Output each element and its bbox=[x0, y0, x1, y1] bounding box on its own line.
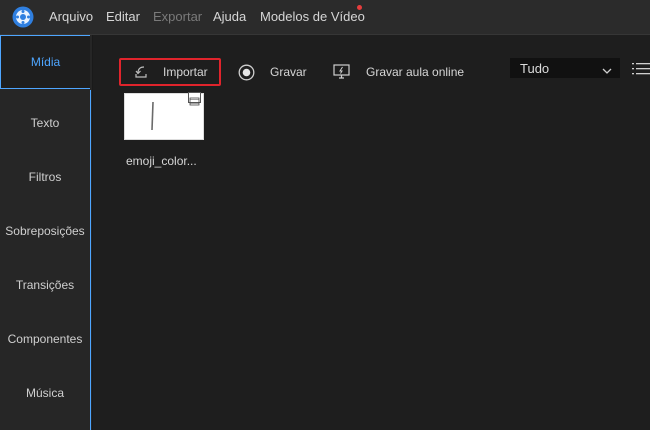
record-online-class-button[interactable]: Gravar aula online bbox=[333, 58, 464, 86]
media-item-name: emoji_color... bbox=[126, 154, 197, 168]
sidebar-item-label: Componentes bbox=[7, 332, 83, 346]
record-icon bbox=[238, 64, 255, 81]
sidebar-item-filtros[interactable]: Filtros bbox=[0, 150, 90, 204]
menu-ajuda[interactable]: Ajuda bbox=[213, 9, 246, 24]
menu-modelos-de-video[interactable]: Modelos de Vídeo bbox=[260, 9, 365, 24]
record-button[interactable]: Gravar bbox=[238, 58, 307, 86]
media-thumbnail[interactable] bbox=[124, 92, 204, 140]
sidebar-item-midia[interactable]: Mídia bbox=[0, 35, 90, 89]
screen-record-icon bbox=[333, 64, 350, 80]
active-tab-border bbox=[90, 90, 91, 430]
record-online-class-label: Gravar aula online bbox=[366, 65, 465, 79]
sidebar-item-label: Música bbox=[25, 386, 64, 400]
sidebar-item-texto[interactable]: Texto bbox=[0, 96, 90, 150]
sidebar-item-label: Transições bbox=[15, 278, 75, 292]
menu-arquivo[interactable]: Arquivo bbox=[49, 9, 93, 24]
menu-bar: Arquivo Editar Exportar Ajuda Modelos de… bbox=[0, 0, 650, 35]
sidebar-item-label: Mídia bbox=[30, 55, 61, 69]
notification-dot bbox=[357, 5, 362, 10]
import-icon bbox=[133, 65, 149, 79]
filter-selected-value: Tudo bbox=[520, 60, 550, 76]
import-label: Importar bbox=[163, 65, 208, 79]
sidebar-item-sobreposicoes[interactable]: Sobreposições bbox=[0, 204, 90, 258]
sidebar-item-componentes[interactable]: Componentes bbox=[0, 312, 90, 366]
record-label: Gravar bbox=[270, 65, 307, 79]
chevron-down-icon bbox=[602, 63, 612, 78]
sidebar-item-label: Sobreposições bbox=[5, 224, 85, 238]
list-view-icon[interactable] bbox=[632, 62, 650, 81]
sidebar-item-transicoes[interactable]: Transições bbox=[0, 258, 90, 312]
sidebar-item-label: Texto bbox=[30, 116, 60, 130]
video-file-icon bbox=[188, 92, 201, 106]
sidebar-item-label: Filtros bbox=[28, 170, 62, 184]
sidebar-item-musica[interactable]: Música bbox=[0, 366, 90, 420]
app-logo-icon[interactable] bbox=[12, 6, 34, 28]
menu-exportar[interactable]: Exportar bbox=[153, 9, 202, 24]
menu-editar[interactable]: Editar bbox=[106, 9, 140, 24]
import-button[interactable]: Importar bbox=[119, 58, 221, 86]
sidebar: Mídia Texto Filtros Sobreposições Transi… bbox=[0, 35, 93, 430]
filter-dropdown[interactable]: Tudo bbox=[510, 58, 620, 78]
